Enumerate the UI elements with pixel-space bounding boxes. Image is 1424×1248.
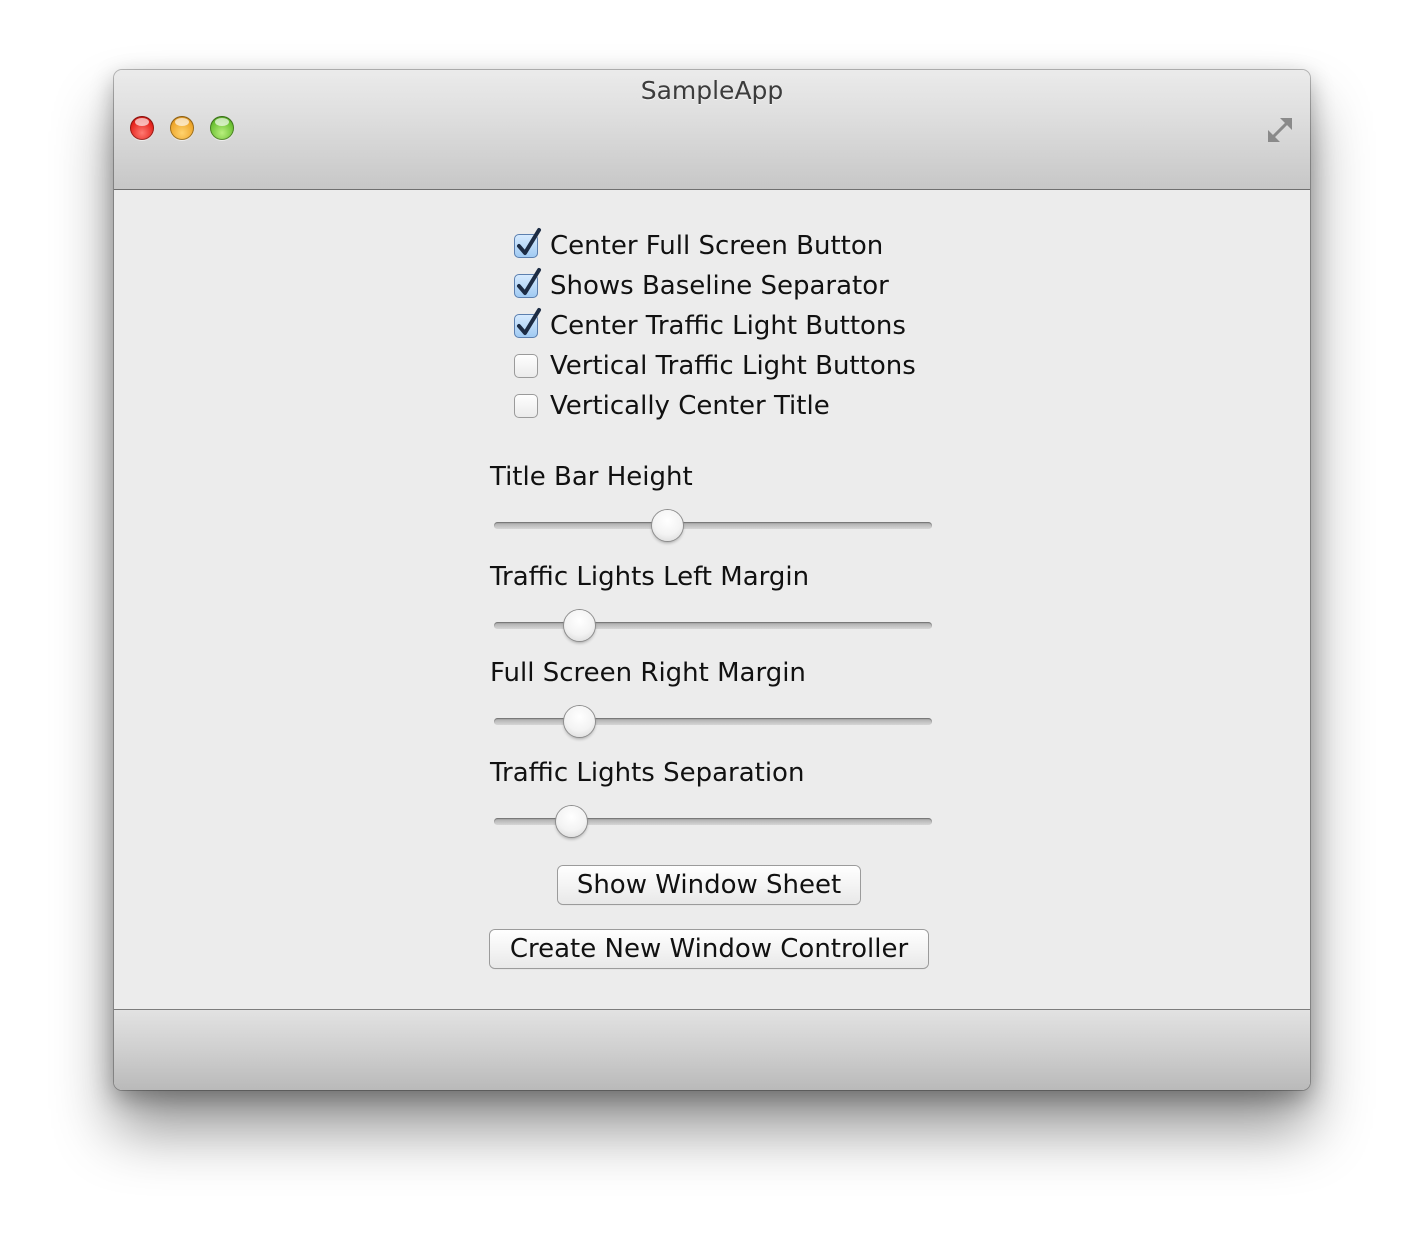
slider-track[interactable] [494,522,932,529]
title-bar-height-slider[interactable] [494,510,932,542]
slider-track[interactable] [494,718,932,725]
slider-track[interactable] [494,622,932,629]
checkbox-label: Vertical Traffic Light Buttons [550,351,916,381]
checkbox-label: Center Full Screen Button [550,231,884,261]
show-window-sheet-button[interactable]: Show Window Sheet [558,866,860,904]
slider-knob[interactable] [564,706,596,737]
checkbox-box[interactable] [514,394,538,418]
minimize-button[interactable] [170,116,194,140]
traffic-lights-left-margin-slider[interactable] [494,610,932,642]
app-window: SampleApp Center Full Screen Button Show… [114,70,1310,1090]
traffic-lights-separation-label: Traffic Lights Separation [490,758,805,788]
checkbox-box[interactable] [514,354,538,378]
checkbox-box[interactable] [514,308,541,338]
checkbox-center-full-screen-button[interactable]: Center Full Screen Button [514,228,884,263]
slider-knob[interactable] [652,510,683,541]
full-screen-right-margin-slider[interactable] [494,706,932,738]
traffic-lights-separation-slider[interactable] [494,806,932,838]
checkbox-center-traffic-light-buttons[interactable]: Center Traffic Light Buttons [514,308,906,343]
slider-knob[interactable] [564,610,596,641]
fullscreen-arrows-icon[interactable] [1264,114,1296,146]
content-area: Center Full Screen Button Shows Baseline… [114,190,1310,1009]
checkmark-icon [517,308,541,335]
full-screen-right-margin-label: Full Screen Right Margin [490,658,806,688]
traffic-lights-left-margin-label: Traffic Lights Left Margin [490,562,810,592]
checkbox-vertically-center-title[interactable]: Vertically Center Title [514,389,830,423]
checkbox-box[interactable] [514,268,541,298]
checkbox-box[interactable] [514,228,541,258]
window-title: SampleApp [640,76,784,105]
checkbox-label: Center Traffic Light Buttons [550,311,906,341]
bottom-bar [114,1009,1310,1090]
checkbox-label: Vertically Center Title [550,391,830,421]
title-bar[interactable]: SampleApp [114,70,1310,190]
checkbox-vertical-traffic-light-buttons[interactable]: Vertical Traffic Light Buttons [514,349,916,383]
close-button[interactable] [130,116,154,140]
checkbox-label: Shows Baseline Separator [550,271,889,301]
slider-knob[interactable] [555,806,587,837]
create-new-window-controller-button[interactable]: Create New Window Controller [490,930,928,968]
title-bar-height-label: Title Bar Height [490,462,693,492]
checkmark-icon [517,268,541,295]
zoom-button[interactable] [210,116,234,140]
checkmark-icon [517,228,541,255]
checkbox-shows-baseline-separator[interactable]: Shows Baseline Separator [514,268,889,303]
